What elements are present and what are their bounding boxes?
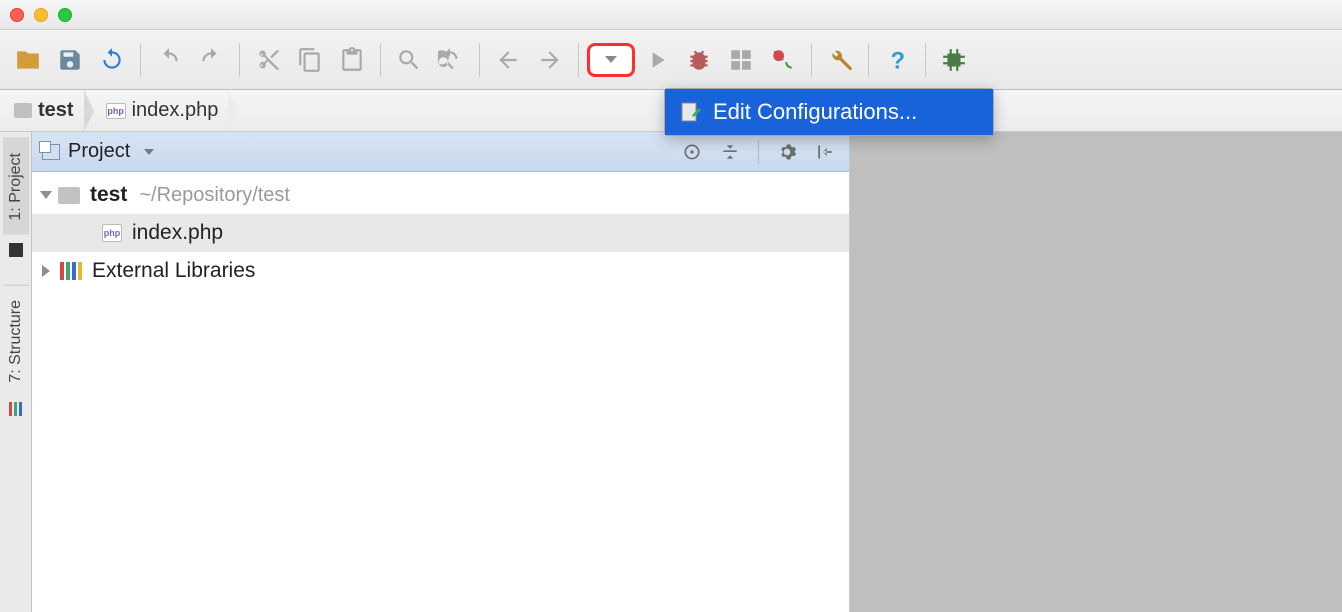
toolbar-separator xyxy=(925,43,926,77)
refresh-icon xyxy=(99,47,125,73)
collapse-all-button[interactable] xyxy=(716,138,744,166)
titlebar xyxy=(0,0,1342,30)
undo-icon xyxy=(156,47,182,73)
debug-button[interactable] xyxy=(679,40,719,80)
breadcrumb-file[interactable]: php index.php xyxy=(98,90,229,131)
caret-down-icon xyxy=(605,56,617,63)
project-tool-tab[interactable]: 1: Project xyxy=(3,138,29,235)
breadcrumb-root[interactable]: test xyxy=(6,90,84,131)
toolbar-separator xyxy=(479,43,480,77)
redo-button[interactable] xyxy=(191,40,231,80)
project-tree[interactable]: test ~/Repository/test php index.php Ext… xyxy=(32,172,849,612)
project-view-selector[interactable]: Project xyxy=(42,140,154,163)
save-button[interactable] xyxy=(50,40,90,80)
replace-button[interactable] xyxy=(431,40,471,80)
project-panel: Project test ~/Repository/test php index… xyxy=(32,132,850,612)
paste-icon xyxy=(339,47,365,73)
svg-text:?: ? xyxy=(891,47,906,72)
main-area: Project test ~/Repository/test php index… xyxy=(32,132,1342,612)
help-icon: ? xyxy=(884,47,910,73)
window-maximize-button[interactable] xyxy=(58,8,72,22)
caret-down-icon xyxy=(144,149,154,155)
breadcrumb-label: index.php xyxy=(132,99,219,122)
forward-button[interactable] xyxy=(530,40,570,80)
search-icon xyxy=(396,47,422,73)
project-panel-header: Project xyxy=(32,132,849,172)
play-icon xyxy=(644,47,670,73)
edit-configurations-label: Edit Configurations... xyxy=(713,99,917,125)
arrow-left-icon xyxy=(495,47,521,73)
run-configurations-dropdown[interactable] xyxy=(587,43,635,77)
run-configurations-menu: Edit Configurations... xyxy=(664,88,994,136)
toolbar-separator xyxy=(239,43,240,77)
expand-arrow-icon[interactable] xyxy=(40,191,52,199)
locate-button[interactable] xyxy=(678,138,706,166)
toolbar-separator xyxy=(140,43,141,77)
header-separator xyxy=(758,140,759,164)
coverage-button[interactable] xyxy=(721,40,761,80)
cpu-icon xyxy=(941,47,967,73)
editor-area xyxy=(850,132,1342,612)
php-file-icon: php xyxy=(106,103,126,119)
sync-button[interactable] xyxy=(92,40,132,80)
tree-file-row[interactable]: php index.php xyxy=(32,214,849,252)
folder-icon xyxy=(58,187,80,204)
left-tool-strip: 1: Project 7: Structure xyxy=(0,132,32,612)
edit-page-icon xyxy=(679,100,703,124)
paste-button[interactable] xyxy=(332,40,372,80)
collapse-icon xyxy=(720,142,740,162)
scissors-icon xyxy=(255,47,281,73)
window-close-button[interactable] xyxy=(10,8,24,22)
hide-icon xyxy=(815,142,835,162)
folder-icon xyxy=(14,103,32,118)
redo-icon xyxy=(198,47,224,73)
toolbar-separator xyxy=(578,43,579,77)
find-button[interactable] xyxy=(389,40,429,80)
php-file-icon: php xyxy=(102,224,122,242)
wrench-gear-icon xyxy=(827,47,853,73)
gear-icon xyxy=(777,142,797,162)
toolbar-separator xyxy=(811,43,812,77)
main-toolbar: ? Edit Configurations... xyxy=(0,30,1342,90)
tree-external-libs-row[interactable]: External Libraries xyxy=(32,252,849,290)
save-icon xyxy=(57,47,83,73)
hide-panel-button[interactable] xyxy=(811,138,839,166)
toolbar-separator xyxy=(380,43,381,77)
panel-settings-button[interactable] xyxy=(773,138,801,166)
chip-button[interactable] xyxy=(934,40,974,80)
help-button[interactable]: ? xyxy=(877,40,917,80)
open-file-button[interactable] xyxy=(8,40,48,80)
expand-arrow-icon[interactable] xyxy=(42,265,50,277)
debug-listen-button[interactable] xyxy=(763,40,803,80)
coverage-icon xyxy=(728,47,754,73)
folder-open-icon xyxy=(15,47,41,73)
breadcrumb-label: test xyxy=(38,99,74,122)
arrow-right-icon xyxy=(537,47,563,73)
project-icon xyxy=(42,144,60,160)
settings-button[interactable] xyxy=(820,40,860,80)
structure-tool-tab[interactable]: 7: Structure xyxy=(3,285,29,397)
window-minimize-button[interactable] xyxy=(34,8,48,22)
run-button[interactable] xyxy=(637,40,677,80)
edit-configurations-item[interactable]: Edit Configurations... xyxy=(665,89,993,135)
copy-button[interactable] xyxy=(290,40,330,80)
libraries-icon xyxy=(60,262,82,280)
bug-icon xyxy=(686,47,712,73)
back-button[interactable] xyxy=(488,40,528,80)
search-replace-icon xyxy=(438,47,464,73)
cut-button[interactable] xyxy=(248,40,288,80)
undo-button[interactable] xyxy=(149,40,189,80)
tree-root-row[interactable]: test ~/Repository/test xyxy=(32,176,849,214)
target-icon xyxy=(682,142,702,162)
phone-bug-icon xyxy=(770,47,796,73)
minimize-icon[interactable] xyxy=(9,235,23,265)
copy-icon xyxy=(297,47,323,73)
structure-icon xyxy=(9,402,22,416)
toolbar-separator xyxy=(868,43,869,77)
